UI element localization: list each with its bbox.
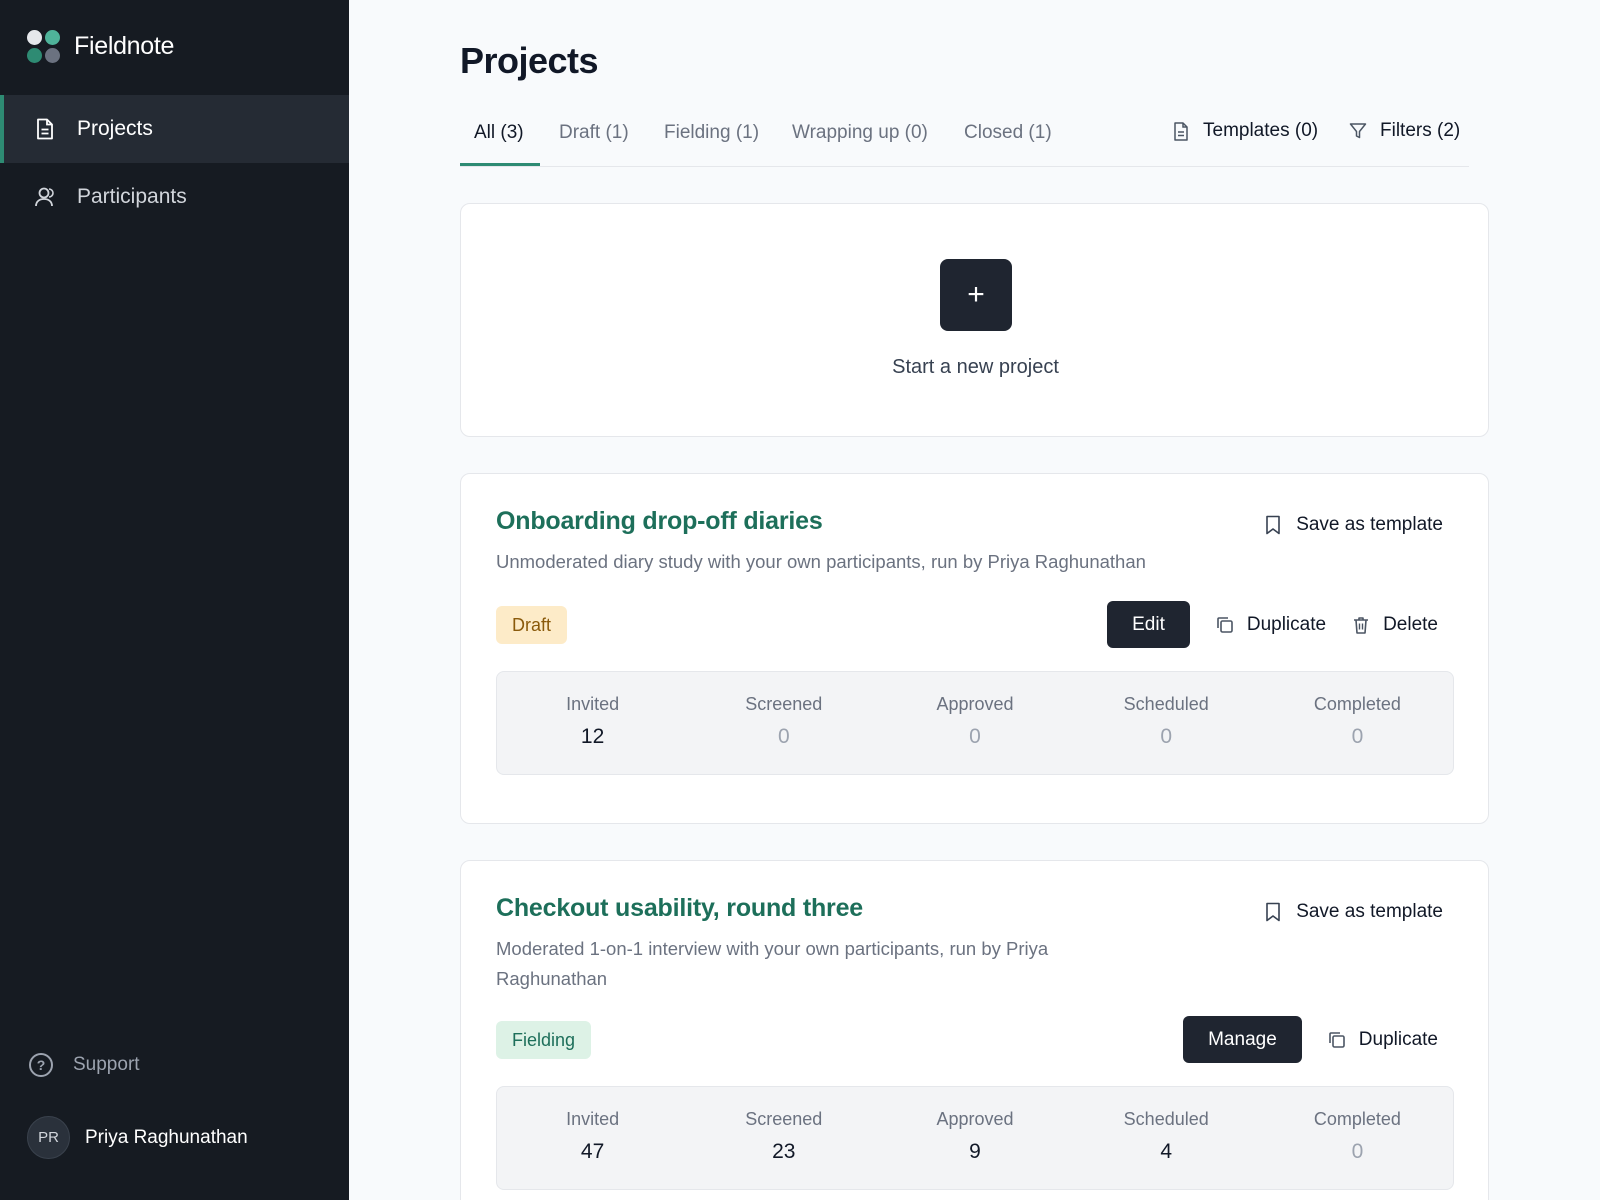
templates-label: Templates (0) [1203,120,1319,141]
sidebar-item-label: Participants [77,185,187,208]
project-description: Moderated 1-on-1 interview with your own… [496,938,1049,989]
new-project-label: Start a new project [892,356,1059,378]
stat-completed: Completed 0 [1262,1087,1453,1189]
edit-button[interactable]: Edit [1107,601,1190,648]
project-actions: Edit Duplicate Delete [1107,601,1438,648]
project-description: Unmoderated diary study with your own pa… [496,551,1146,572]
sidebar-item-label: Projects [77,117,153,140]
stat-approved: Approved 9 [879,1087,1070,1189]
active-tab-indicator [460,163,540,166]
save-as-template-label: Save as template [1296,901,1443,922]
stat-value: 0 [1351,725,1364,748]
project-title[interactable]: Onboarding drop-off diaries [496,507,823,536]
stat-value: 0 [777,725,790,748]
stat-label: Invited [566,694,620,714]
stat-label: Invited [566,1109,620,1129]
stat-completed: Completed 0 [1262,672,1453,774]
stat-value: 0 [1351,1140,1364,1163]
stat-screened: Screened 23 [688,1087,879,1189]
trash-icon [1354,616,1369,634]
status-badge: Fielding [496,1021,592,1059]
stat-scheduled: Scheduled 0 [1071,672,1262,774]
avatar: PR [27,1116,70,1159]
stat-label: Approved [936,1109,1014,1129]
stat-label: Completed [1313,694,1401,714]
stat-label: Screened [745,1109,823,1129]
stat-label: Scheduled [1123,694,1209,714]
filter-icon [1348,121,1368,141]
support-link[interactable]: ? Support [29,1053,140,1077]
project-card: Onboarding drop-off diaries Unmoderated … [460,473,1489,824]
project-actions: Manage Duplicate [1183,1016,1438,1063]
duplicate-label: Duplicate [1358,1028,1438,1050]
stat-label: Completed [1313,1109,1401,1129]
save-as-template-label: Save as template [1296,514,1443,535]
delete-button[interactable]: Delete [1351,614,1438,636]
stat-screened: Screened 0 [688,672,879,774]
delete-label: Delete [1383,613,1438,635]
new-project-button[interactable]: + [940,259,1012,331]
support-label: Support [73,1054,140,1075]
sidebar: Fieldnote Projects Participants ? Suppor… [0,0,349,1200]
stat-value: 0 [1160,725,1173,748]
brand[interactable]: Fieldnote [27,29,174,63]
new-project-card[interactable]: + Start a new project [460,203,1489,437]
duplicate-button[interactable]: Duplicate [1215,614,1326,636]
project-card: Checkout usability, round three Moderate… [460,860,1489,1200]
help-icon: ? [29,1053,53,1077]
stat-value: 47 [580,1140,605,1163]
tab-wrapping-up[interactable]: Wrapping up (0) [792,122,928,144]
tab-all[interactable]: All (3) [474,122,524,144]
page-title: Projects [460,40,599,81]
stat-label: Scheduled [1123,1109,1209,1129]
stat-value: 12 [580,725,605,748]
filters-button[interactable]: Filters (2) [1348,120,1460,142]
tab-draft[interactable]: Draft (1) [559,122,629,144]
filters-label: Filters (2) [1380,120,1461,141]
stat-value: 4 [1160,1140,1173,1163]
user-name: Priya Raghunathan [85,1126,248,1148]
tab-closed[interactable]: Closed (1) [964,122,1052,144]
fieldnote-logo-icon [27,29,60,63]
stat-label: Approved [936,694,1014,714]
bookmark-icon [1266,515,1280,535]
stat-approved: Approved 0 [879,672,1070,774]
sidebar-item-projects[interactable]: Projects [0,95,349,163]
manage-button[interactable]: Manage [1183,1016,1302,1063]
user-icon [33,185,57,209]
stat-value: 9 [969,1140,981,1163]
stat-invited: Invited 47 [497,1087,688,1189]
main-content: Projects All (3) Draft (1) Fielding (1) … [349,0,1600,1200]
sidebar-item-participants[interactable]: Participants [0,163,349,231]
stat-label: Screened [745,694,823,714]
copy-icon [1328,1031,1345,1048]
status-badge: Draft [496,606,568,644]
document-icon [33,117,57,141]
templates-button[interactable]: Templates (0) [1171,120,1318,142]
project-title[interactable]: Checkout usability, round three [496,894,863,923]
participant-stats: Invited 12 Screened 0 Approved 0 Scheduled 0… [496,671,1454,775]
save-as-template-button[interactable]: Save as template [1264,901,1443,923]
stat-value: 23 [772,1140,796,1163]
duplicate-label: Duplicate [1246,613,1327,635]
user-menu[interactable]: PR Priya Raghunathan [27,1116,248,1159]
tab-fielding[interactable]: Fielding (1) [664,122,759,144]
copy-icon [1217,616,1233,633]
stat-value: 0 [969,725,981,748]
stat-invited: Invited 12 [497,672,688,774]
save-as-template-button[interactable]: Save as template [1264,514,1443,536]
bookmark-icon [1266,902,1280,922]
document-icon [1171,121,1191,141]
duplicate-button[interactable]: Duplicate [1327,1029,1438,1051]
participant-stats: Invited 47 Screened 23 Approved 9 Scheduled… [496,1086,1454,1190]
app-name: Fieldnote [74,31,175,60]
stat-scheduled: Scheduled 4 [1071,1087,1262,1189]
status-tabs: All (3) Draft (1) Fielding (1) Wrapping … [460,108,1469,167]
